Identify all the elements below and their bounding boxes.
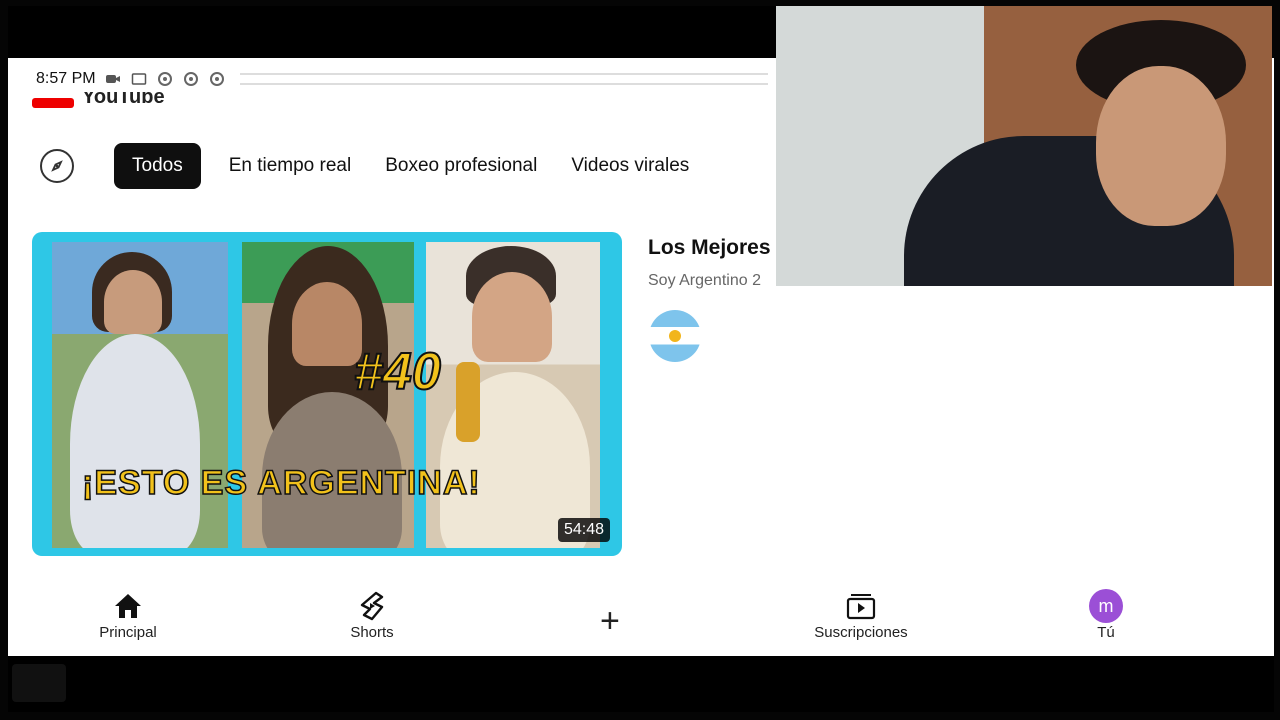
nav-subscriptions-label: Suscripciones (814, 624, 908, 641)
shorts-icon (358, 588, 386, 624)
figure-shirt (70, 334, 200, 548)
compass-icon (51, 160, 63, 172)
webcam-person-face (1096, 66, 1226, 226)
youtube-logo-icon (32, 98, 74, 108)
notification-icon (156, 70, 174, 88)
nav-shorts[interactable]: Shorts (312, 588, 432, 641)
nav-you-label: Tú (1097, 624, 1115, 641)
screen-icon (130, 70, 148, 88)
thumbnail-number: #40 (353, 342, 442, 402)
youtube-logo[interactable]: YouTube (32, 92, 182, 108)
nav-home[interactable]: Principal (68, 588, 188, 641)
subscriptions-icon (845, 588, 877, 624)
create-button[interactable]: + (600, 602, 620, 641)
notification-icon (208, 70, 226, 88)
figure-face (104, 270, 162, 334)
status-divider (239, 73, 768, 85)
video-call-icon (104, 70, 122, 88)
status-icons (104, 70, 226, 88)
figure-face (292, 282, 362, 366)
video-title[interactable]: Los Mejores (648, 236, 778, 260)
chip-videos-virales[interactable]: Videos virales (565, 143, 695, 189)
system-nav-pill (12, 664, 66, 702)
top-black-bar (8, 6, 778, 58)
home-icon (113, 588, 143, 624)
video-duration: 54:48 (557, 518, 610, 542)
chip-boxeo-profesional[interactable]: Boxeo profesional (379, 143, 543, 189)
webcam-overlay (776, 6, 1272, 286)
nav-home-label: Principal (99, 624, 157, 641)
youtube-logo-text: YouTube (82, 92, 165, 108)
bottom-navigation: Principal Shorts + Suscripciones m Tú (8, 588, 1274, 656)
chip-todos[interactable]: Todos (114, 143, 201, 189)
filter-chips: Todos En tiempo real Boxeo profesional V… (38, 142, 778, 190)
nav-you[interactable]: m Tú (1046, 588, 1166, 641)
thumbnail-title: ¡ESTO ES ARGENTINA! (81, 463, 481, 503)
chip-en-tiempo-real[interactable]: En tiempo real (223, 143, 358, 189)
flag-sun-icon (669, 330, 681, 342)
nav-shorts-label: Shorts (350, 624, 394, 641)
channel-avatar[interactable] (649, 310, 701, 362)
channel-name[interactable]: Soy Argentino 2 (648, 272, 788, 290)
explore-button[interactable] (40, 149, 74, 183)
you-avatar-wrap: m (1089, 588, 1123, 624)
bottom-black-bar (8, 656, 1274, 712)
video-thumbnail[interactable]: #40 ¡ESTO ES ARGENTINA! 54:48 (32, 232, 622, 556)
notification-icon (182, 70, 200, 88)
figure-face (472, 272, 552, 362)
user-avatar: m (1089, 589, 1123, 623)
nav-subscriptions[interactable]: Suscripciones (801, 588, 921, 641)
status-time: 8:57 PM (36, 70, 96, 87)
screen-recording-frame: 8:57 PM YouTube Todos En tiempo real Box… (0, 0, 1280, 720)
bottle (456, 362, 480, 442)
